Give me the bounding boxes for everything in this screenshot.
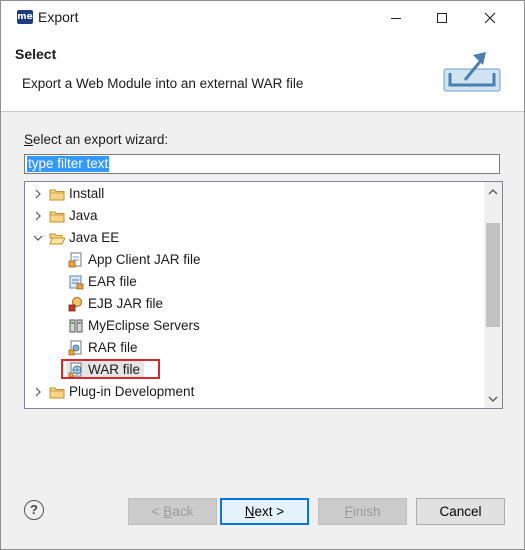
chevron-down-icon[interactable] [33, 233, 43, 243]
next-button-label: ext > [254, 504, 285, 519]
page-title: Select [15, 46, 57, 62]
chevron-right-icon[interactable] [33, 189, 43, 199]
app-client-jar-icon [68, 252, 82, 268]
scroll-thumb[interactable] [486, 223, 500, 327]
chevron-down-icon [488, 396, 498, 402]
chevron-right-icon[interactable] [33, 387, 43, 397]
tree-item-ear-file[interactable]: EAR file [25, 271, 483, 293]
tree-item-app-client-jar[interactable]: App Client JAR file [25, 249, 483, 271]
help-icon[interactable]: ? [24, 500, 44, 520]
back-button-prefix: < [151, 504, 164, 519]
folder-icon [49, 189, 65, 201]
tree-item-label: Plug-in Development [69, 384, 195, 399]
wizard-header: Select Export a Web Module into an exter… [1, 34, 524, 112]
tree-item-label: Install [69, 186, 105, 201]
folder-icon [49, 387, 65, 399]
wizard-label: Select an export wizard: [24, 132, 169, 147]
back-button-label: ack [172, 504, 194, 519]
tree-item-label: WAR file [88, 362, 141, 377]
rar-file-icon [68, 340, 82, 356]
filter-input[interactable] [24, 154, 500, 174]
chevron-right-icon[interactable] [33, 211, 43, 221]
next-button-mnemonic: N [244, 504, 255, 519]
myeclipse-app-icon: me [17, 10, 33, 24]
finish-button-label: inish [352, 504, 381, 519]
tree-item-java-ee[interactable]: Java EE [25, 227, 483, 249]
tree-item-rar-file[interactable]: RAR file [25, 337, 483, 359]
close-icon [484, 12, 496, 23]
tree-item-install[interactable]: Install [25, 183, 483, 205]
ear-file-icon [69, 275, 84, 290]
wizard-label-text: elect an export wizard: [33, 132, 169, 147]
minimize-button[interactable] [373, 1, 419, 34]
export-icon [443, 52, 501, 92]
scroll-down-button[interactable] [484, 390, 502, 407]
back-button[interactable]: < Back [128, 498, 217, 525]
war-file-icon [68, 362, 82, 378]
close-button[interactable] [467, 1, 513, 34]
tree-item-label: EJB JAR file [88, 296, 164, 311]
tree-item-label: RAR file [88, 340, 138, 355]
title-bar[interactable]: me Export [1, 1, 524, 34]
maximize-button[interactable] [419, 1, 465, 34]
tree-item-java[interactable]: Java [25, 205, 483, 227]
finish-button[interactable]: Finish [318, 498, 407, 525]
wizard-tree[interactable]: Install Java Java EE App Client JAR file… [24, 181, 503, 409]
finish-button-mnemonic: F [344, 504, 353, 519]
tree-item-plugin-development[interactable]: Plug-in Development [25, 381, 483, 403]
folder-open-icon [49, 233, 65, 245]
back-button-mnemonic: B [163, 504, 173, 519]
servers-icon [69, 319, 83, 333]
window-title: Export [38, 9, 79, 25]
tree-scrollbar[interactable] [484, 182, 502, 408]
chevron-up-icon [488, 188, 498, 194]
maximize-icon [437, 12, 447, 23]
tree-item-label: Java EE [69, 230, 120, 245]
export-dialog: me Export Select Export a Web Module int… [0, 0, 525, 550]
tree-item-war-file[interactable]: WAR file [25, 359, 483, 381]
next-button[interactable]: Next > [220, 498, 309, 525]
minimize-icon [391, 17, 401, 19]
folder-icon [49, 211, 65, 223]
tree-item-label: App Client JAR file [88, 252, 201, 267]
tree-item-myeclipse-servers[interactable]: MyEclipse Servers [25, 315, 483, 337]
cancel-button[interactable]: Cancel [416, 498, 505, 525]
tree-item-label: Java [69, 208, 98, 223]
scroll-up-button[interactable] [484, 183, 502, 200]
ejb-jar-icon [68, 297, 82, 312]
page-description: Export a Web Module into an external WAR… [22, 76, 304, 91]
tree-item-ejb-jar[interactable]: EJB JAR file [25, 293, 483, 315]
tree-item-label: MyEclipse Servers [88, 318, 200, 333]
tree-item-label: EAR file [88, 274, 137, 289]
